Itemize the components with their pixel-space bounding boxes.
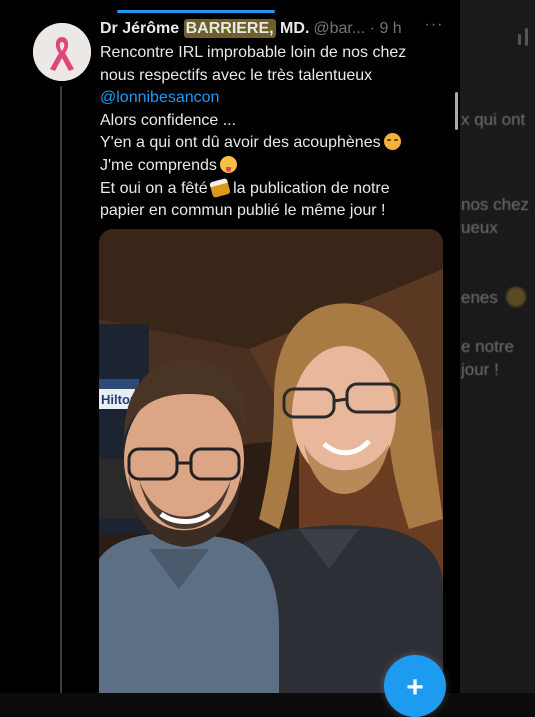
tweet-panel: Dr Jérôme BARRIERE, MD. @bar... · 9 h ···…: [0, 0, 460, 717]
background-text: e notre: [461, 337, 514, 356]
more-icon[interactable]: ···: [424, 17, 444, 38]
tweet-line: la publication de notre: [228, 179, 390, 197]
background-text: nos chez: [461, 195, 530, 214]
background-text: ueux: [461, 218, 498, 237]
thread-line: [60, 86, 62, 693]
background-text: jour !: [461, 360, 499, 379]
tweet-line: Alors confidence ...: [100, 111, 237, 129]
tweet-photo[interactable]: Hilton: [99, 229, 443, 693]
author-handle[interactable]: @bar...: [313, 20, 365, 37]
background-bar: [518, 34, 521, 45]
avatar[interactable]: [33, 23, 91, 81]
mention-link[interactable]: @lonnibesancon: [100, 89, 219, 106]
background-text: x qui ont: [461, 110, 526, 129]
plus-icon: +: [406, 671, 424, 704]
tweet-line: Rencontre IRL improbable loin de nos che…: [100, 44, 407, 61]
selfie-photo: Hilton: [99, 229, 443, 693]
tweet-line: Et oui on a fêté: [100, 179, 208, 197]
author-name-suffix: MD.: [275, 20, 310, 37]
author-name-prefix: Dr Jérôme: [100, 20, 184, 37]
tweet-header: Dr Jérôme BARRIERE, MD. @bar... · 9 h: [100, 19, 450, 42]
tweet-line: papier en commun publié le même jour !: [100, 202, 386, 220]
background-text: enes: [461, 288, 498, 307]
compose-button[interactable]: +: [384, 655, 446, 717]
zany-face-emoji-icon: [219, 155, 237, 173]
separator: ·: [365, 20, 380, 37]
timestamp[interactable]: 9 h: [379, 20, 401, 37]
author-name-highlight: BARRIERE,: [183, 19, 276, 38]
author-name[interactable]: Dr Jérôme BARRIERE, MD.: [100, 19, 309, 38]
background-blurred-feed: x qui ont nos chez ueux enes e notre jou…: [455, 0, 535, 693]
beer-emoji-icon: [208, 177, 231, 198]
tweet-line: J'me comprends: [100, 156, 217, 174]
smirk-emoji-icon: [383, 133, 401, 151]
tweet-text: Rencontre IRL improbable loin de nos che…: [100, 42, 450, 223]
scrollbar[interactable]: [455, 92, 458, 130]
tweet-line: Y'en a qui ont dû avoir des acouphènes: [100, 134, 381, 152]
background-emoji-icon: [506, 287, 526, 307]
active-indicator: [117, 10, 275, 13]
pink-ribbon-icon: [33, 23, 91, 81]
background-bar: [525, 28, 528, 46]
tweet-line: nous respectifs avec le très talentueux: [100, 66, 373, 84]
